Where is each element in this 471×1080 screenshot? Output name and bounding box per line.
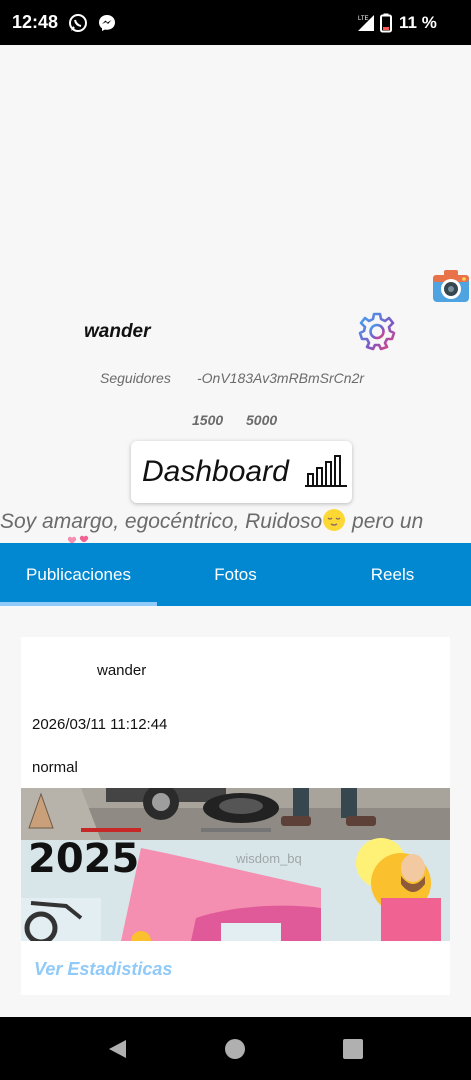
post-author: wander: [97, 662, 147, 679]
messenger-icon: [99, 15, 115, 31]
svg-text:LTE: LTE: [358, 16, 369, 22]
view-stats-link[interactable]: Ver Estadisticas: [34, 959, 172, 980]
tab-bar: Publicaciones Fotos Reels: [0, 543, 471, 606]
battery-percent: 11 %: [399, 13, 437, 32]
post-type: normal: [32, 759, 78, 776]
heart-icon: [67, 535, 89, 543]
camera-icon[interactable]: [432, 269, 470, 303]
profile-username: wander: [84, 321, 151, 342]
profile-bio: Soy amargo, egocéntrico, Ruidoso pero un: [0, 508, 471, 534]
followers-label: Seguidores: [100, 370, 171, 386]
post-card: wander 2026/03/11 11:12:44 normal 2025 w…: [21, 637, 450, 995]
relieved-face-icon: [323, 509, 346, 531]
status-bar: 12:48 LTE 11 %: [0, 0, 471, 45]
back-icon[interactable]: [106, 1037, 130, 1061]
profile-header: wander Seguidores -OnV183Av3mRBmSrCn2r 1…: [0, 45, 471, 543]
following-count: 5000: [246, 412, 278, 428]
whatsapp-icon: [69, 14, 87, 32]
post-illustration: 2025 wisdom_bq: [21, 788, 450, 941]
tab-fotos[interactable]: Fotos: [157, 543, 314, 606]
bio-text: Soy amargo, egocéntrico, Ruidoso: [0, 510, 323, 533]
gear-icon[interactable]: [357, 311, 397, 351]
tab-reels[interactable]: Reels: [314, 543, 471, 606]
follower-count: 1500: [192, 412, 224, 428]
battery-icon: [380, 13, 392, 33]
home-icon[interactable]: [223, 1037, 247, 1061]
dashboard-label: Dashboard: [142, 455, 289, 488]
post-datetime: 2026/03/11 11:12:44: [32, 716, 168, 733]
post-image[interactable]: 2025 wisdom_bq: [21, 788, 450, 941]
recents-icon[interactable]: [341, 1037, 365, 1061]
lte-signal-icon: LTE: [358, 15, 374, 31]
post-feed: wander 2026/03/11 11:12:44 normal 2025 w…: [0, 606, 471, 1017]
bar-chart-icon: [305, 455, 347, 487]
post-image-watermark: wisdom_bq: [235, 851, 302, 866]
post-image-year: 2025: [28, 836, 139, 882]
system-nav-bar: [0, 1017, 471, 1080]
bio-text-tail: pero un: [346, 510, 424, 533]
dashboard-button[interactable]: Dashboard: [131, 441, 352, 503]
status-time: 12:48: [12, 12, 59, 32]
user-id: -OnV183Av3mRBmSrCn2r: [197, 370, 365, 386]
tab-publicaciones[interactable]: Publicaciones: [0, 543, 157, 606]
